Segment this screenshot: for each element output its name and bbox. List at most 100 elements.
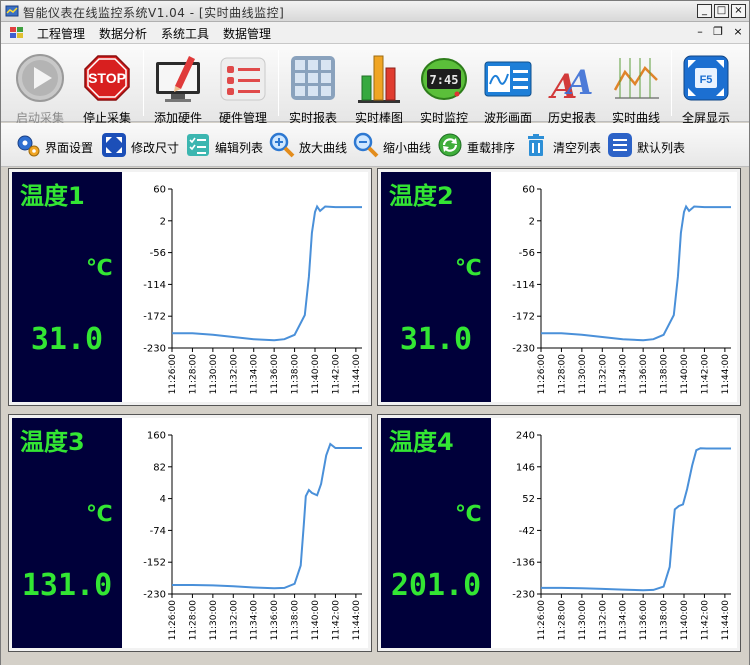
temperature-curve	[172, 204, 362, 342]
menu-data[interactable]: 数据管理	[223, 25, 271, 42]
grid-table-icon	[291, 56, 335, 100]
channel-panel-2[interactable]: 温度2 ℃ 31.0 60 2 -56 -114 -172 -230 11:26:00 11:…	[377, 168, 741, 406]
monitor-pencil-icon	[156, 56, 200, 102]
x-tick-label: 11:36:00	[639, 600, 649, 641]
channel-value: 31.0	[399, 322, 473, 357]
channel-value: 31.0	[30, 322, 104, 357]
channel-name: 温度1	[20, 182, 85, 210]
x-tick-label: 11:30:00	[578, 354, 588, 395]
channel-panel-4[interactable]: 温度4 ℃ 201.0 240 146 52 -42 -136 -230 11:26:00 1…	[377, 414, 741, 652]
toolbar-separator	[143, 50, 144, 116]
x-tick-label: 11:44:00	[352, 600, 362, 641]
y-tick-label: -56	[150, 248, 166, 259]
x-tick-label: 11:38:00	[291, 354, 301, 395]
add-hardware-button[interactable]: 添加硬件	[145, 48, 211, 125]
svg-text:A: A	[564, 63, 593, 103]
y-tick-label: -230	[143, 344, 166, 355]
x-tick-label: 11:32:00	[229, 600, 239, 641]
channel-panel-3[interactable]: 温度3 ℃ 131.0 160 82 4 -74 -152 -230 11:26:00 11:…	[8, 414, 372, 652]
realtime-bar-chart-button[interactable]: 实时棒图	[346, 48, 412, 125]
x-tick-label: 11:40:00	[311, 354, 321, 395]
y-tick-label: -172	[143, 312, 166, 323]
channel-value: 201.0	[390, 568, 482, 603]
channel-name: 温度3	[20, 428, 85, 456]
x-tick-label: 11:42:00	[331, 354, 341, 395]
y-tick-label: -230	[512, 344, 535, 355]
minimize-button[interactable]: _	[697, 4, 712, 18]
line-curve-icon	[613, 58, 659, 99]
x-tick-label: 11:32:00	[598, 600, 608, 641]
y-tick-label: 52	[522, 494, 535, 505]
y-tick-label: -114	[143, 280, 166, 291]
trend-chart: 60 2 -56 -114 -172 -230 11:26:00 11:28:00 11:30:…	[491, 172, 737, 402]
y-tick-label: 4	[160, 494, 166, 505]
digital-clock-icon: 7:45	[421, 58, 467, 100]
x-tick-label: 11:40:00	[311, 600, 321, 641]
channel-name: 温度4	[389, 428, 454, 456]
channel-unit: ℃	[455, 502, 482, 527]
app-window: 智能仪表在线监控系统V1.04 - [实时曲线监控] _ □ × 工程管理 数据…	[0, 0, 750, 665]
x-tick-label: 11:28:00	[557, 600, 567, 641]
trend-chart: 160 82 4 -74 -152 -230 11:26:00 11:28:00 11:30:0…	[122, 418, 368, 648]
x-tick-label: 11:36:00	[270, 354, 280, 395]
y-tick-label: -56	[519, 248, 535, 259]
x-tick-label: 11:30:00	[209, 600, 219, 641]
mdi-close-button[interactable]: ×	[731, 25, 745, 38]
realtime-report-button[interactable]: 实时报表	[280, 48, 346, 125]
menu-tools[interactable]: 系统工具	[161, 25, 209, 42]
list-icon	[220, 57, 266, 101]
y-tick-label: -230	[512, 590, 535, 601]
channel-unit: ℃	[86, 502, 113, 527]
x-tick-label: 11:26:00	[168, 600, 178, 641]
hardware-manage-button[interactable]: 硬件管理	[210, 48, 276, 125]
trash-icon	[528, 134, 544, 156]
default-list-label: 默认列表	[637, 141, 686, 155]
mdi-restore-button[interactable]: ❐	[711, 25, 725, 38]
realtime-monitor-button[interactable]: 7:45 实时监控	[411, 48, 477, 125]
maximize-button[interactable]: □	[714, 4, 729, 18]
x-tick-label: 11:30:00	[209, 354, 219, 395]
y-tick-label: 60	[153, 185, 166, 196]
x-tick-label: 11:36:00	[639, 354, 649, 395]
window-title: 智能仪表在线监控系统V1.04 - [实时曲线监控]	[23, 6, 285, 20]
mdi-child-icon[interactable]	[9, 26, 25, 40]
x-tick-label: 11:44:00	[352, 354, 362, 395]
channel-unit: ℃	[455, 256, 482, 281]
x-tick-label: 11:28:00	[557, 354, 567, 395]
zoom-out-curve-label: 缩小曲线	[383, 141, 432, 155]
trend-chart: 60 2 -56 -114 -172 -230 11:26:00 11:28:00 11:30:…	[122, 172, 368, 402]
x-tick-label: 11:42:00	[700, 600, 710, 641]
stop-acquisition-button[interactable]: STOP 停止采集	[74, 48, 140, 125]
realtime-curve-button[interactable]: 实时曲线	[603, 48, 669, 125]
mdi-minimize-button[interactable]: –	[693, 25, 707, 38]
reload-icon	[438, 133, 462, 157]
waveform-button[interactable]: 波形画面	[475, 48, 541, 125]
start-acquisition-button[interactable]: 启动采集	[7, 48, 73, 125]
title-bar: 智能仪表在线监控系统V1.04 - [实时曲线监控] _ □ ×	[1, 1, 749, 22]
resize-icon	[102, 133, 126, 157]
y-tick-label: -42	[519, 526, 535, 537]
main-toolbar: 启动采集 STOP 停止采集 添加硬件 硬件管理 实时报表 实时棒图 7:45 …	[1, 44, 749, 125]
x-tick-label: 11:36:00	[270, 600, 280, 641]
x-tick-label: 11:44:00	[721, 354, 731, 395]
y-tick-label: 2	[529, 216, 535, 227]
x-tick-label: 11:32:00	[598, 354, 608, 395]
waveform-icon	[484, 61, 532, 97]
stop-sign-icon: STOP	[84, 55, 130, 101]
y-tick-label: -152	[143, 558, 166, 569]
fullscreen-button[interactable]: F5 全屏显示	[673, 48, 739, 125]
zoom-out-icon	[353, 132, 379, 158]
history-report-button[interactable]: A A 历史报表	[539, 48, 605, 125]
channel-panel-1[interactable]: 温度1 ℃ 31.0 60 2 -56 -114 -172 -230 11:26:00 11:…	[8, 168, 372, 406]
y-tick-label: -114	[512, 280, 535, 291]
x-tick-label: 11:26:00	[537, 354, 547, 395]
menu-analysis[interactable]: 数据分析	[99, 25, 147, 42]
ui-settings-label: 界面设置	[45, 141, 94, 155]
history-report-icon: A A	[548, 63, 593, 106]
menu-project[interactable]: 工程管理	[37, 25, 85, 42]
reload-sort-label: 重载排序	[467, 141, 516, 155]
trend-chart: 240 146 52 -42 -136 -230 11:26:00 11:28:00 11:30…	[491, 418, 737, 648]
play-icon	[16, 54, 64, 102]
close-button[interactable]: ×	[731, 4, 746, 18]
y-tick-label: 146	[516, 462, 535, 473]
